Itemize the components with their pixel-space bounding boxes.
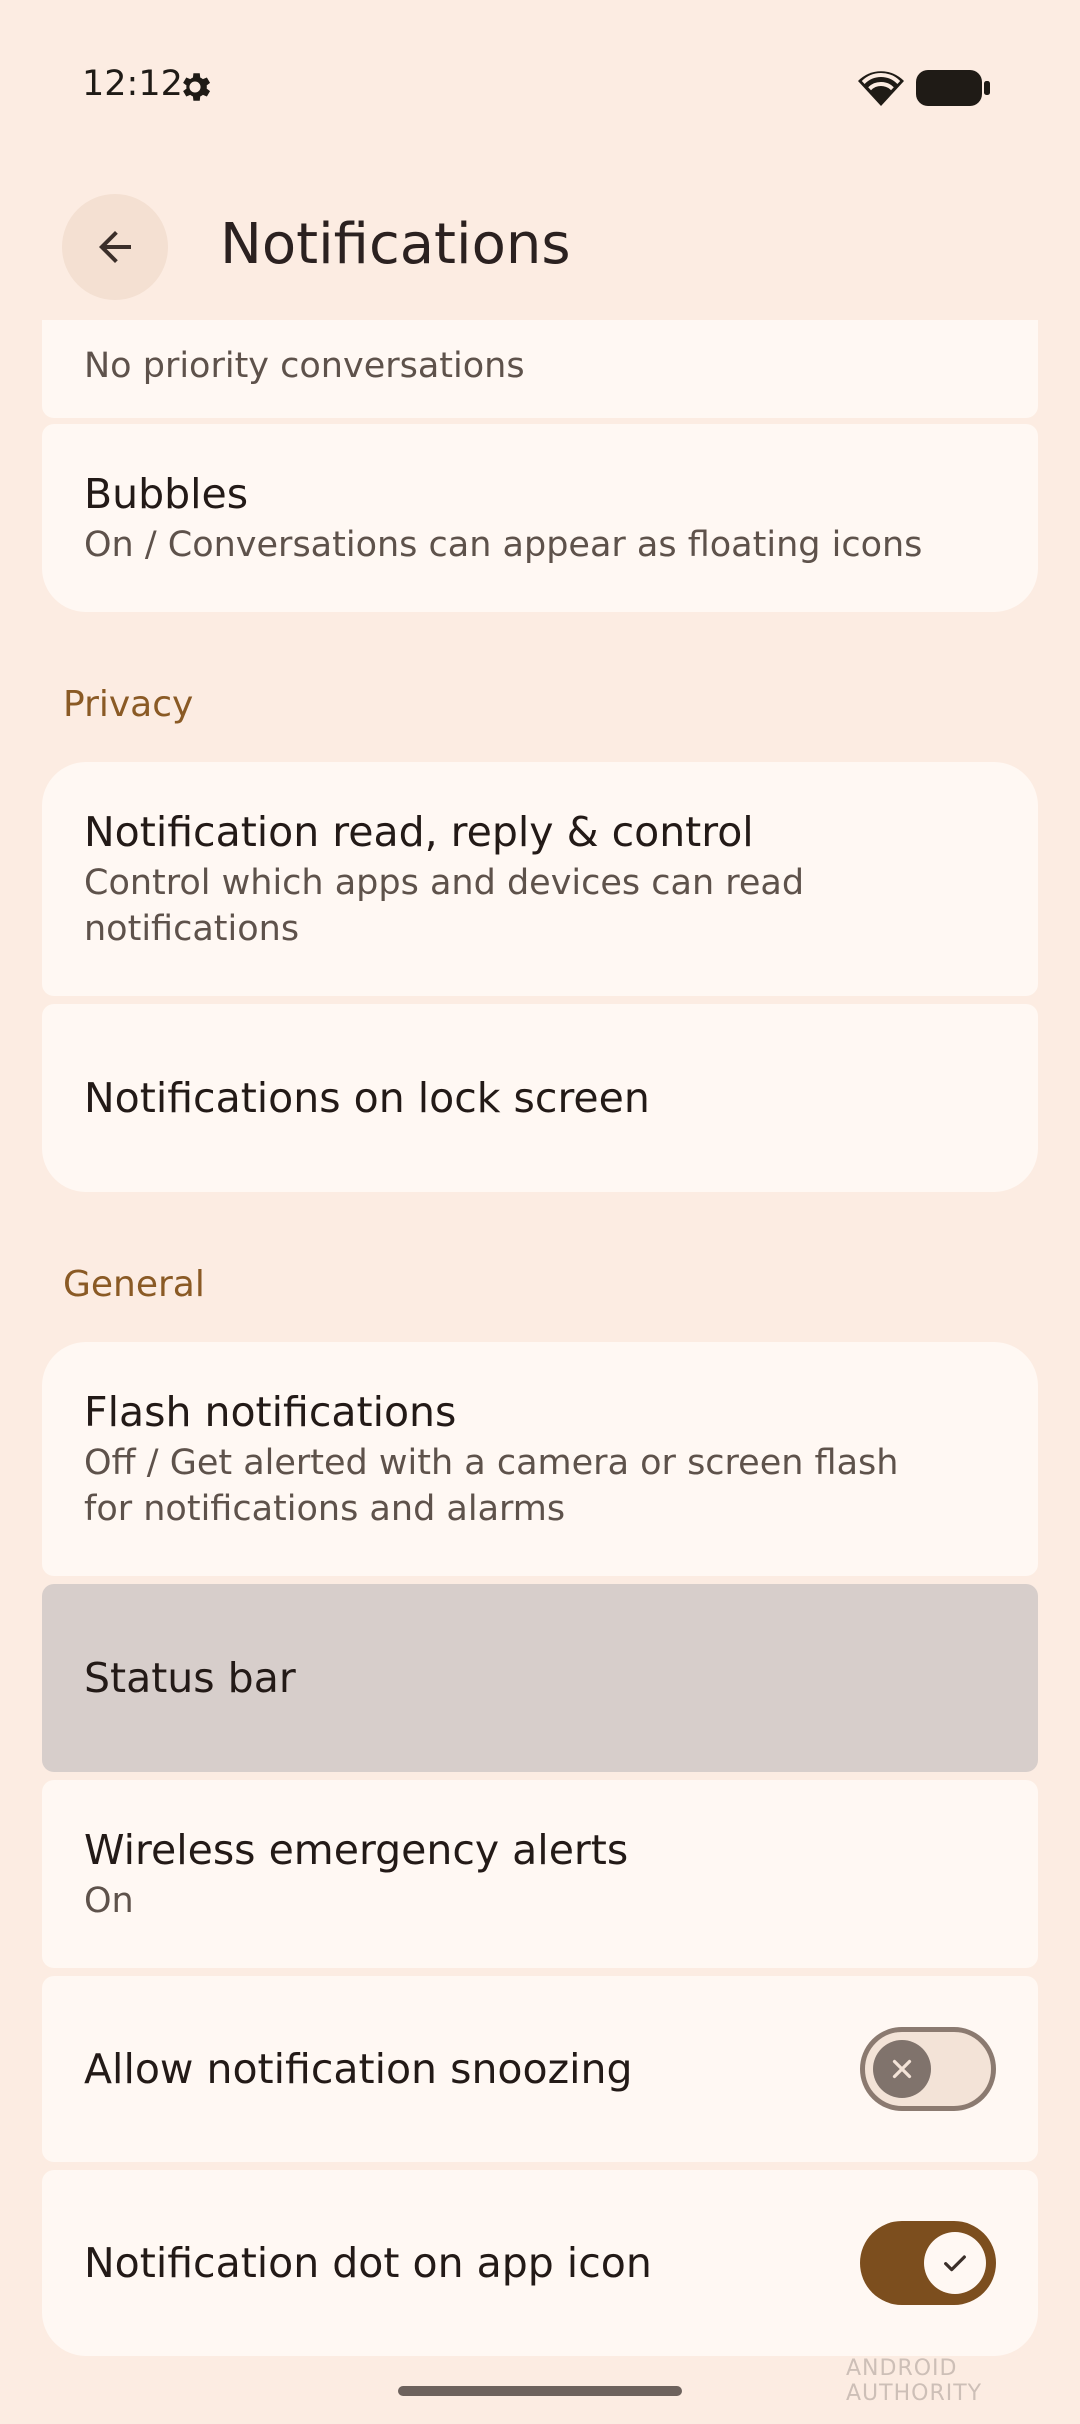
battery-icon (916, 70, 990, 106)
allow-notification-snoozing-toggle[interactable] (860, 2027, 996, 2111)
priority-conversations-summary: No priority conversations (84, 346, 525, 386)
bubbles-item[interactable]: Bubbles On / Conversations can appear as… (42, 424, 1038, 612)
arrow-back-icon (99, 231, 131, 263)
gesture-navigation-bar[interactable] (398, 2386, 682, 2396)
toggle-knob (873, 2040, 931, 2098)
flash-notifications-summary: Off / Get alerted with a camera or scree… (84, 1443, 899, 1529)
allow-notification-snoozing-item[interactable]: Allow notification snoozing (42, 1976, 1038, 2162)
bubbles-title: Bubbles (84, 470, 249, 518)
notification-dot-on-app-icon-toggle[interactable] (860, 2221, 996, 2305)
section-header-general: General (63, 1264, 205, 1305)
settings-gear-icon (183, 73, 211, 101)
notifications-on-lock-screen-item[interactable]: Notifications on lock screen (42, 1004, 1038, 1192)
wireless-emergency-alerts-summary: On (84, 1881, 134, 1921)
flash-notifications-title: Flash notifications (84, 1388, 457, 1436)
close-icon (892, 2059, 912, 2079)
status-bar-item[interactable]: Status bar (42, 1584, 1038, 1772)
watermark-logo: ANDROID AUTHORITY (846, 2356, 983, 2406)
app-bar: Notifications (0, 176, 1080, 316)
wireless-emergency-alerts-item[interactable]: Wireless emergency alerts On (42, 1780, 1038, 1968)
status-bar: 12:12 (0, 0, 1080, 176)
bubbles-summary: On / Conversations can appear as floatin… (84, 525, 923, 565)
status-time: 12:12 (82, 64, 183, 104)
notification-read-reply-control-summary: Control which apps and devices can read … (84, 863, 805, 949)
notification-read-reply-control-title: Notification read, reply & control (84, 808, 754, 856)
page-title: Notifications (220, 212, 571, 277)
section-header-privacy: Privacy (63, 684, 194, 725)
wireless-emergency-alerts-title: Wireless emergency alerts (84, 1826, 629, 1874)
notification-read-reply-control-item[interactable]: Notification read, reply & control Contr… (42, 762, 1038, 996)
notifications-on-lock-screen-title: Notifications on lock screen (84, 1074, 650, 1122)
status-bar-title: Status bar (84, 1654, 296, 1702)
check-icon (944, 2255, 966, 2272)
priority-conversations-item[interactable]: No priority conversations (42, 320, 1038, 418)
notification-dot-on-app-icon-item[interactable]: Notification dot on app icon (42, 2170, 1038, 2356)
flash-notifications-item[interactable]: Flash notifications Off / Get alerted wi… (42, 1342, 1038, 1576)
back-button[interactable] (62, 194, 168, 300)
wifi-icon (858, 71, 904, 106)
toggle-knob (924, 2232, 986, 2294)
